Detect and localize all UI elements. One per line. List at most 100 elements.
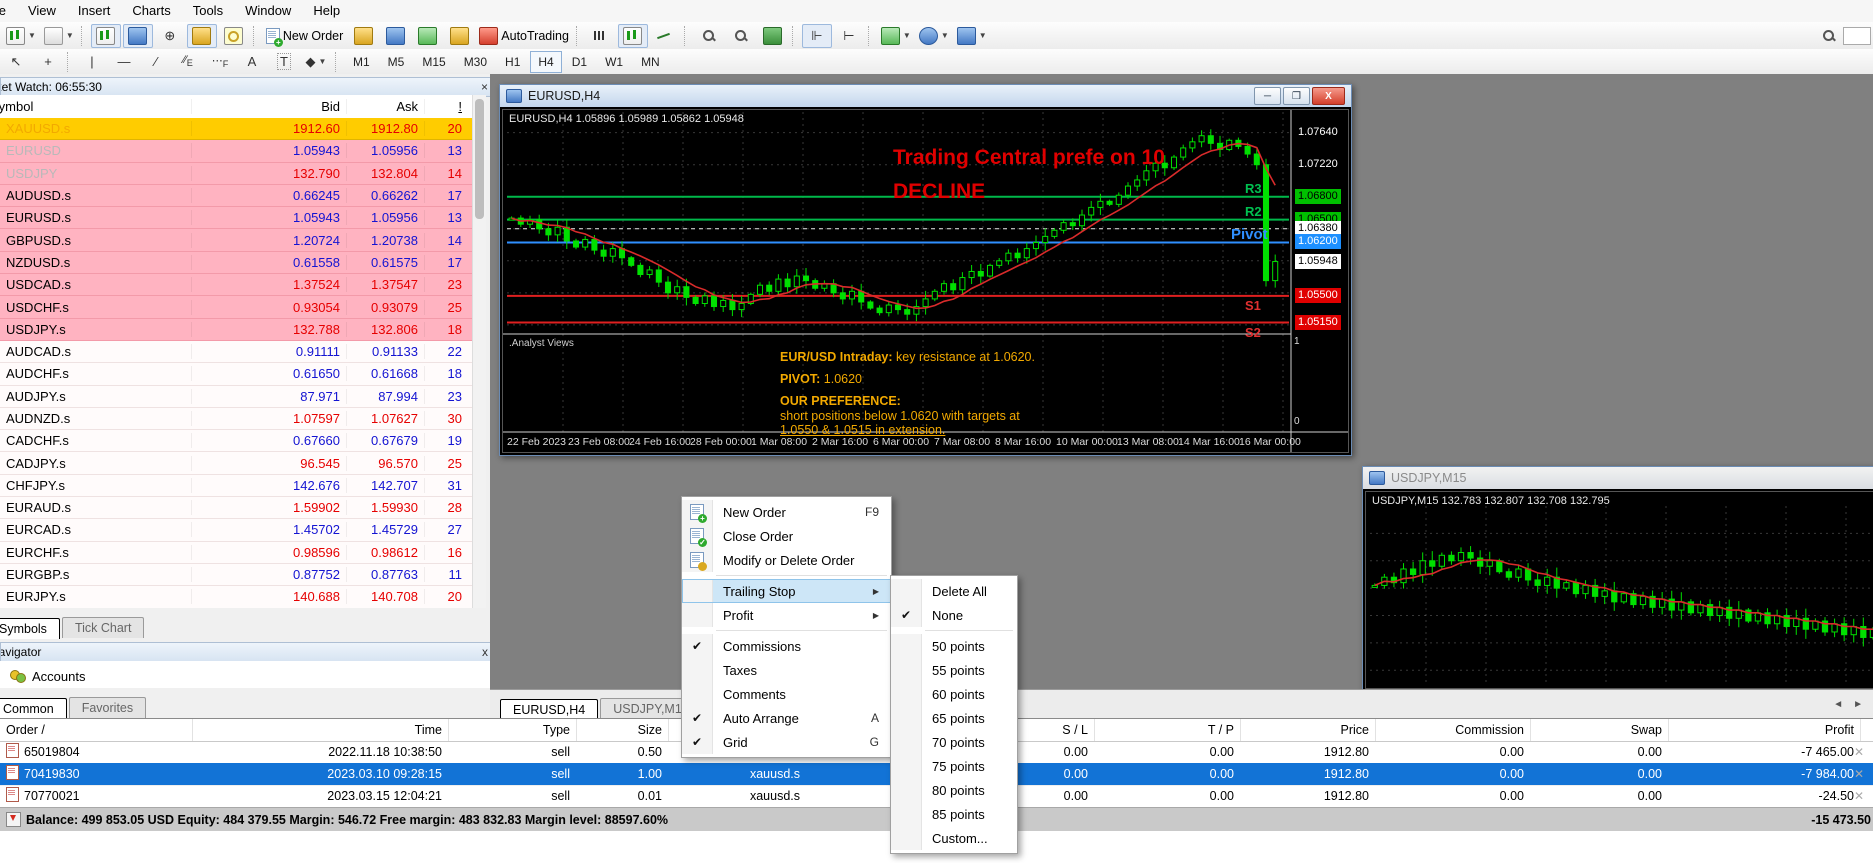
navigator-item-accounts[interactable]: Accounts: [0, 661, 500, 691]
metaeditor-button[interactable]: [348, 24, 378, 48]
market-watch-row[interactable]: CADJPY.s96.54596.57025: [0, 452, 472, 474]
menu-item-profit[interactable]: Profit▶: [682, 603, 891, 627]
channel-tool[interactable]: ∕∕E: [173, 50, 203, 74]
close-order-x-icon[interactable]: ✕: [1848, 763, 1873, 785]
column-symbol[interactable]: Symbol: [0, 99, 191, 114]
menu-insert[interactable]: Insert: [67, 0, 122, 22]
submenu-item-65-points[interactable]: 65 points: [891, 706, 1017, 730]
periods-button[interactable]: ▼: [916, 24, 952, 48]
menu-item-auto-arrange[interactable]: ✔Auto ArrangeA: [682, 706, 891, 730]
tab-tick-chart[interactable]: Tick Chart: [62, 617, 145, 638]
menu-item-grid[interactable]: ✔GridG: [682, 730, 891, 754]
menu-item-comments[interactable]: Comments: [682, 682, 891, 706]
horizontal-line-tool[interactable]: —: [109, 50, 139, 74]
zoom-out-button[interactable]: [726, 24, 756, 48]
minimize-button[interactable]: ─: [1254, 87, 1281, 105]
submenu-item-80-points[interactable]: 80 points: [891, 778, 1017, 802]
fibonacci-tool[interactable]: ⋯F: [205, 50, 235, 74]
market-watch-row[interactable]: EURAUD.s1.599021.5993028: [0, 497, 472, 519]
menu-file[interactable]: File: [0, 0, 17, 22]
text-label-tool[interactable]: T: [269, 50, 299, 74]
close-button[interactable]: X: [1312, 87, 1345, 105]
new-order-button[interactable]: + New Order: [263, 24, 346, 48]
usdjpy-chart-window[interactable]: USDJPY,M15 USDJPY,M15 132.783 132.807 13…: [1362, 466, 1873, 692]
market-watch-row[interactable]: USDJPY132.790132.80414: [0, 163, 472, 185]
menu-charts[interactable]: Charts: [121, 0, 181, 22]
menu-item-close-order[interactable]: ✓Close Order: [682, 524, 891, 548]
market-watch-row[interactable]: AUDCHF.s0.616500.6166818: [0, 363, 472, 385]
column-swap[interactable]: Swap: [1518, 719, 1669, 741]
tab-favorites[interactable]: Favorites: [69, 697, 146, 718]
market-watch-row[interactable]: USDCAD.s1.375241.3754723: [0, 274, 472, 296]
signals-button[interactable]: [412, 24, 442, 48]
eurusd-chart[interactable]: EURUSD,H4 1.05896 1.05989 1.05862 1.0594…: [502, 109, 1349, 453]
column-ask[interactable]: Ask: [346, 99, 424, 114]
timeframe-m30[interactable]: M30: [456, 51, 495, 73]
submenu-item-70-points[interactable]: 70 points: [891, 730, 1017, 754]
expert-advisors-button[interactable]: [444, 24, 474, 48]
column-commission[interactable]: Commission: [1363, 719, 1531, 741]
column-spread[interactable]: !: [424, 99, 468, 114]
market-watch-row[interactable]: NZDUSD.s0.615580.6157517: [0, 252, 472, 274]
close-order-x-icon[interactable]: ✕: [1848, 741, 1873, 763]
profiles-button[interactable]: ▼: [41, 24, 77, 48]
timeframe-m5[interactable]: M5: [380, 51, 413, 73]
submenu-item-85-points[interactable]: 85 points: [891, 802, 1017, 826]
submenu-item-delete-all[interactable]: Delete All: [891, 579, 1017, 603]
tile-windows-button[interactable]: [758, 24, 788, 48]
toggle-navigator[interactable]: [187, 24, 217, 48]
candlestick-button[interactable]: [618, 24, 648, 48]
trendline-tool[interactable]: ∕: [141, 50, 171, 74]
menu-item-taxes[interactable]: Taxes: [682, 658, 891, 682]
submenu-item-custom-[interactable]: Custom...: [891, 826, 1017, 850]
zoom-in-button[interactable]: [694, 24, 724, 48]
submenu-item-50-points[interactable]: 50 points: [891, 634, 1017, 658]
usdjpy-titlebar[interactable]: USDJPY,M15: [1363, 467, 1873, 489]
toggle-market-watch[interactable]: [91, 24, 121, 48]
eurusd-titlebar[interactable]: EURUSD,H4 ─ ❒ X: [500, 85, 1351, 107]
line-chart-button[interactable]: [650, 24, 680, 48]
menu-item-modify-or-delete-order[interactable]: Modify or Delete Order: [682, 548, 891, 572]
market-watch-row[interactable]: EURCAD.s1.457021.4572927: [0, 519, 472, 541]
market-watch-row[interactable]: GBPUSD.s1.207241.2073814: [0, 229, 472, 251]
timeframe-m15[interactable]: M15: [414, 51, 453, 73]
tab-scroll-arrows[interactable]: ◄►: [1833, 699, 1873, 710]
menu-item-trailing-stop[interactable]: Trailing Stop▶: [682, 579, 891, 603]
timeframe-mn[interactable]: MN: [633, 51, 668, 73]
menu-item-commissions[interactable]: ✔Commissions: [682, 634, 891, 658]
indicators-button[interactable]: ▼: [878, 24, 914, 48]
column-type[interactable]: Type: [436, 719, 577, 741]
column-time[interactable]: Time: [180, 719, 449, 741]
timeframe-h1[interactable]: H1: [497, 51, 528, 73]
market-watch-row[interactable]: XAUUSD.s1912.601912.8020: [0, 118, 472, 140]
column-tp[interactable]: T / P: [1082, 719, 1241, 741]
close-order-x-icon[interactable]: ✕: [1848, 785, 1873, 807]
auto-scroll-button[interactable]: ⊩: [802, 24, 832, 48]
toggle-data-window[interactable]: [123, 24, 153, 48]
timeframe-w1[interactable]: W1: [597, 51, 631, 73]
market-watch-row[interactable]: AUDJPY.s87.97187.99423: [0, 386, 472, 408]
eurusd-chart-window[interactable]: EURUSD,H4 ─ ❒ X EURUSD,H4 1.05896 1.0598…: [499, 84, 1352, 456]
market-watch-row[interactable]: USDJPY.s132.788132.80618: [0, 319, 472, 341]
market-watch-row[interactable]: AUDUSD.s0.662450.6626217: [0, 185, 472, 207]
submenu-item-55-points[interactable]: 55 points: [891, 658, 1017, 682]
column-profit[interactable]: Profit: [1656, 719, 1861, 741]
timeframe-m1[interactable]: M1: [345, 51, 378, 73]
tab-common[interactable]: Common: [0, 698, 67, 719]
community-button[interactable]: [380, 24, 410, 48]
search-input[interactable]: [1843, 27, 1871, 45]
market-watch-row[interactable]: EURUSD.s1.059431.0595613: [0, 207, 472, 229]
column-size[interactable]: Size: [564, 719, 669, 741]
market-watch-row[interactable]: CADCHF.s0.676600.6767919: [0, 430, 472, 452]
tab-eurusd-h4[interactable]: EURUSD,H4: [500, 699, 598, 718]
column-order[interactable]: Order /: [0, 719, 193, 741]
bar-chart-button[interactable]: [586, 24, 616, 48]
autotrading-button[interactable]: AutoTrading: [476, 24, 572, 48]
market-watch-row[interactable]: CHFJPY.s142.676142.70731: [0, 475, 472, 497]
toggle-strategy-tester[interactable]: ⊕: [155, 24, 185, 48]
market-watch-row[interactable]: EURUSD1.059431.0595613: [0, 140, 472, 162]
submenu-item-75-points[interactable]: 75 points: [891, 754, 1017, 778]
restore-button[interactable]: ❒: [1283, 87, 1310, 105]
menu-window[interactable]: Window: [234, 0, 302, 22]
arrows-tool[interactable]: ◆▼: [301, 50, 331, 74]
